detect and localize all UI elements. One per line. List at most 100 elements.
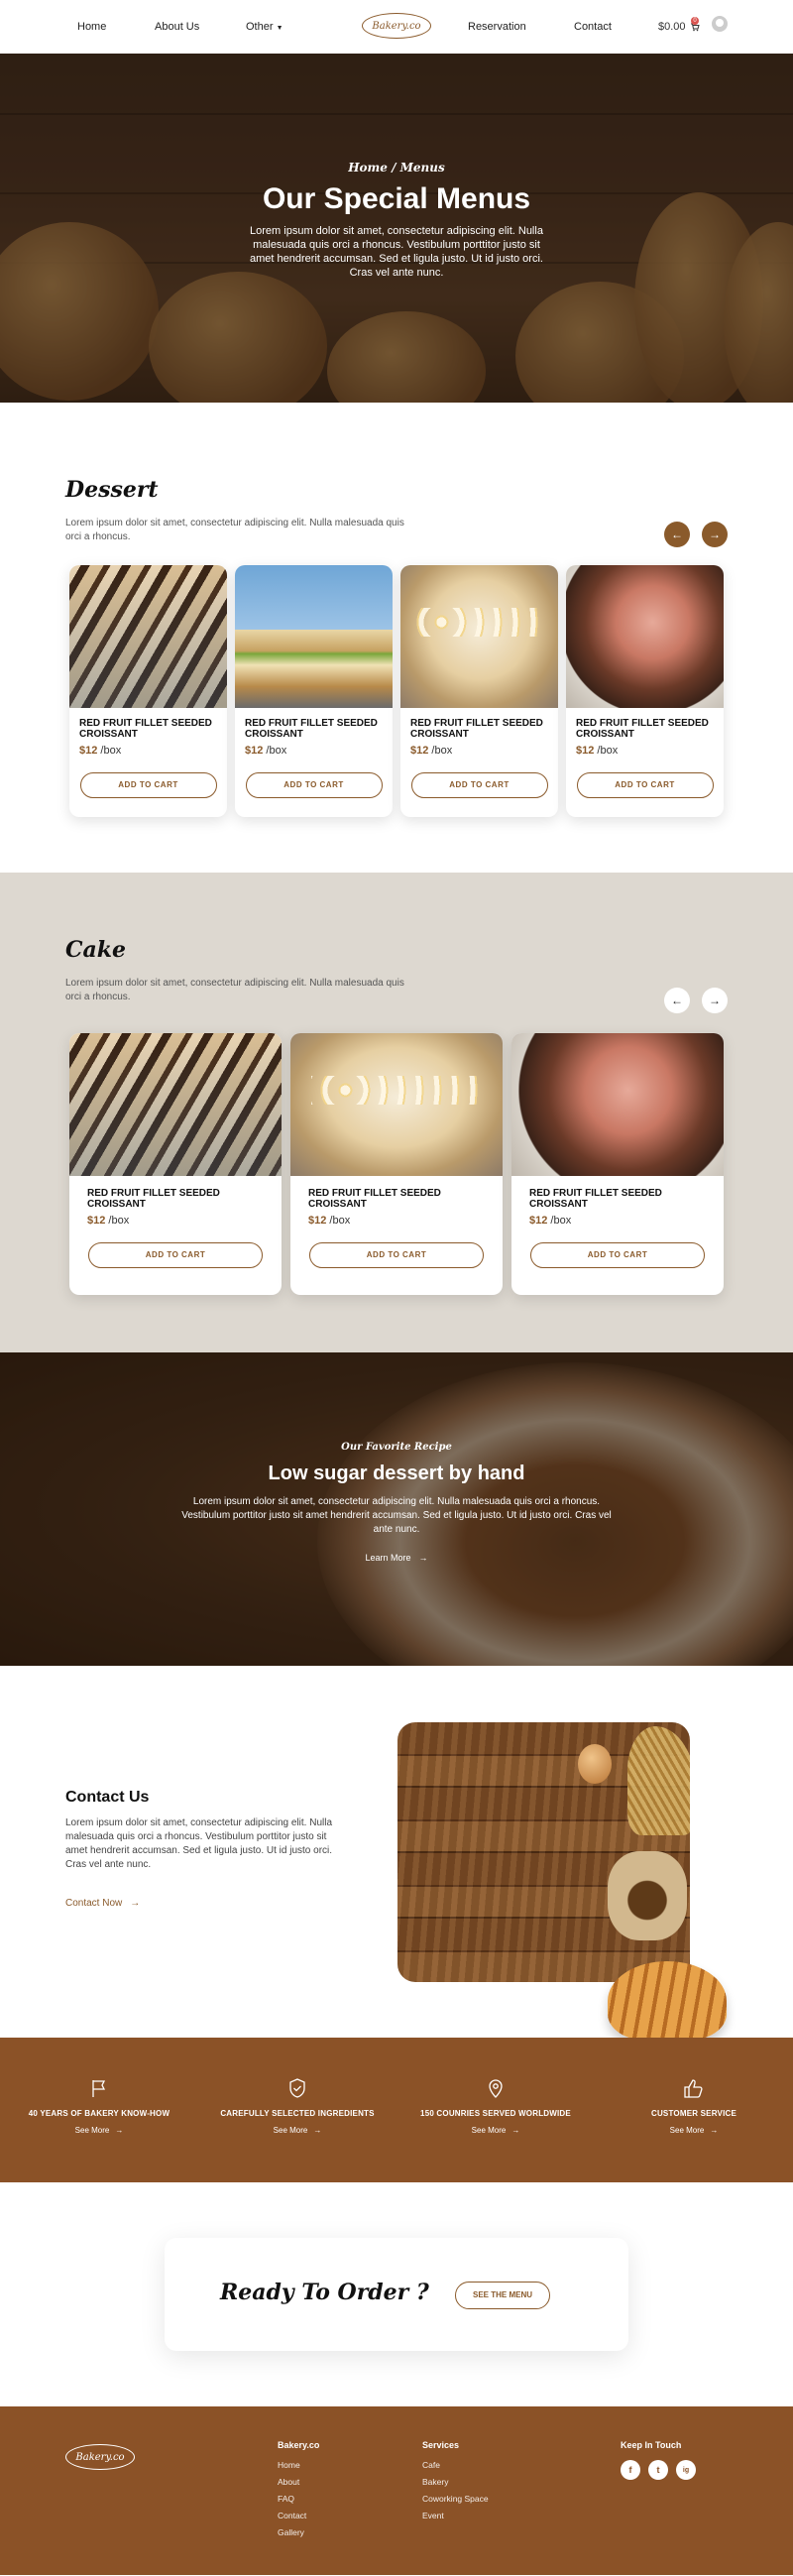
footer-col-social: Keep In Touch f t ig (621, 2440, 696, 2480)
product-image (566, 565, 724, 708)
next-arrow-button[interactable]: → (702, 988, 728, 1013)
product-card[interactable]: RED FRUIT FILLET SEEDED CROISSANT $12 /b… (69, 565, 227, 817)
cart-count-badge: 0 (691, 17, 699, 25)
bakery-table-image (397, 1722, 690, 1982)
product-price: $12 /box (576, 745, 619, 757)
section-desc-dessert: Lorem ipsum dolor sit amet, consectetur … (65, 518, 404, 542)
map-pin-icon (483, 2075, 509, 2101)
flag-icon (86, 2075, 112, 2101)
product-image (69, 565, 227, 708)
footer-logo[interactable]: Bakery.co (65, 2444, 135, 2470)
nav-other[interactable]: Other ▼ (246, 21, 283, 33)
learn-more-link[interactable]: Learn More → (365, 1553, 427, 1563)
product-card[interactable]: RED FRUIT FILLET SEEDED CROISSANT $12 /b… (566, 565, 724, 817)
see-more-link[interactable]: See More → (274, 2126, 322, 2135)
thumbs-up-icon (681, 2075, 707, 2101)
feature-title: 150 COUNRIES SERVED WORLDWIDE (420, 2109, 571, 2118)
footer-link-gallery[interactable]: Gallery (278, 2527, 319, 2537)
learn-more-label: Learn More (365, 1553, 411, 1563)
add-to-cart-button[interactable]: ADD TO CART (530, 1242, 705, 1268)
add-to-cart-button[interactable]: ADD TO CART (309, 1242, 484, 1268)
footer-link-faq[interactable]: FAQ (278, 2494, 319, 2504)
nav-about[interactable]: About Us (155, 21, 199, 33)
arrow-right-icon: → (313, 2126, 322, 2135)
product-price: $12 /box (410, 745, 453, 757)
feature-title: CUSTOMER SERVICE (650, 2109, 737, 2118)
add-to-cart-button[interactable]: ADD TO CART (410, 772, 548, 798)
contact-description: Lorem ipsum dolor sit amet, consectetur … (65, 1817, 333, 1870)
add-to-cart-button[interactable]: ADD TO CART (88, 1242, 263, 1268)
feature-title: 40 YEARS OF BAKERY KNOW-HOW (28, 2109, 170, 2118)
chevron-down-icon: ▼ (276, 25, 283, 32)
arrow-right-icon: → (511, 2126, 520, 2135)
footer-link-contact[interactable]: Contact (278, 2511, 319, 2520)
hero-banner: Home / Menus Our Special Menus Lorem ips… (0, 54, 793, 403)
product-card[interactable]: RED FRUIT FILLET SEEDED CROISSANT $12 /b… (290, 1033, 503, 1295)
footer-heading: Bakery.co (278, 2440, 320, 2450)
footer-link-bakery[interactable]: Bakery (422, 2477, 489, 2487)
nav-contact[interactable]: Contact (574, 21, 612, 33)
breadcrumb[interactable]: Home / Menus (0, 161, 793, 175)
favorite-recipe-banner: Our Favorite Recipe Low sugar dessert by… (0, 1352, 793, 1666)
croissant-image (608, 1961, 727, 2041)
dessert-section: Dessert Lorem ipsum dolor sit amet, cons… (0, 403, 793, 873)
ready-to-order-heading: Ready To Order ? (220, 2280, 429, 2305)
footer-link-home[interactable]: Home (278, 2460, 319, 2470)
feature-title: CAREFULLY SELECTED INGREDIENTS (220, 2109, 375, 2118)
page-title: Our Special Menus (262, 182, 531, 215)
product-card[interactable]: RED FRUIT FILLET SEEDED CROISSANT $12 /b… (511, 1033, 724, 1295)
order-card: Ready To Order ? SEE THE MENU (165, 2238, 628, 2351)
product-name: RED FRUIT FILLET SEEDED CROISSANT (410, 718, 543, 740)
footer-link-about[interactable]: About (278, 2477, 319, 2487)
instagram-icon[interactable]: ig (676, 2460, 696, 2480)
product-image (69, 1033, 282, 1176)
footer-link-coworking[interactable]: Coworking Space (422, 2494, 489, 2504)
nav-other-label: Other (246, 21, 274, 33)
nav-reservation[interactable]: Reservation (468, 21, 526, 33)
add-to-cart-button[interactable]: ADD TO CART (245, 772, 383, 798)
see-the-menu-button[interactable]: SEE THE MENU (455, 2282, 550, 2309)
product-price: $12 /box (308, 1215, 351, 1227)
section-title-cake: Cake (65, 937, 127, 963)
brand-logo[interactable]: Bakery.co (362, 13, 431, 39)
product-price: $12 /box (245, 745, 287, 757)
recipe-subtitle: Our Favorite Recipe (341, 1442, 452, 1453)
contact-now-link[interactable]: Contact Now → (65, 1898, 140, 1909)
top-nav: Home About Us Other ▼ Bakery.co Reservat… (0, 0, 793, 54)
contact-section: Contact Us Lorem ipsum dolor sit amet, c… (0, 1666, 793, 2041)
product-name: RED FRUIT FILLET SEEDED CROISSANT (87, 1188, 220, 1210)
features-bar: 40 YEARS OF BAKERY KNOW-HOW See More → CA… (0, 2038, 793, 2182)
product-price: $12 /box (79, 745, 122, 757)
feature-item: 40 YEARS OF BAKERY KNOW-HOW See More → (0, 2038, 198, 2182)
cart-button[interactable]: $0.00 0 (658, 17, 700, 33)
product-card[interactable]: RED FRUIT FILLET SEEDED CROISSANT $12 /b… (400, 565, 558, 817)
nav-home[interactable]: Home (77, 21, 106, 33)
section-desc-cake: Lorem ipsum dolor sit amet, consectetur … (65, 978, 404, 1002)
twitter-icon[interactable]: t (648, 2460, 668, 2480)
see-more-link[interactable]: See More → (670, 2126, 719, 2135)
product-name: RED FRUIT FILLET SEEDED CROISSANT (576, 718, 709, 740)
user-avatar-icon[interactable] (712, 16, 728, 32)
feature-item: CAREFULLY SELECTED INGREDIENTS See More → (198, 2038, 396, 2182)
facebook-icon[interactable]: f (621, 2460, 640, 2480)
hero-description: Lorem ipsum dolor sit amet, consectetur … (250, 225, 543, 279)
cake-section: Cake Lorem ipsum dolor sit amet, consect… (0, 873, 793, 1352)
footer-link-cafe[interactable]: Cafe (422, 2460, 489, 2470)
add-to-cart-button[interactable]: ADD TO CART (79, 772, 217, 798)
arrow-right-icon: → (710, 2126, 719, 2135)
see-more-link[interactable]: See More → (75, 2126, 124, 2135)
feature-item: CUSTOMER SERVICE See More → (595, 2038, 793, 2182)
prev-arrow-button[interactable]: ← (664, 522, 690, 547)
product-price: $12 /box (87, 1215, 130, 1227)
product-card[interactable]: RED FRUIT FILLET SEEDED CROISSANT $12 /b… (69, 1033, 282, 1295)
arrow-right-icon: → (115, 2126, 124, 2135)
product-card[interactable]: RED FRUIT FILLET SEEDED CROISSANT $12 /b… (235, 565, 393, 817)
cart-total: $0.00 (658, 21, 686, 33)
see-more-link[interactable]: See More → (472, 2126, 520, 2135)
next-arrow-button[interactable]: → (702, 522, 728, 547)
add-to-cart-button[interactable]: ADD TO CART (576, 772, 714, 798)
prev-arrow-button[interactable]: ← (664, 988, 690, 1013)
recipe-title: Low sugar dessert by hand (268, 1463, 525, 1484)
footer-link-event[interactable]: Event (422, 2511, 489, 2520)
product-name: RED FRUIT FILLET SEEDED CROISSANT (79, 718, 212, 740)
